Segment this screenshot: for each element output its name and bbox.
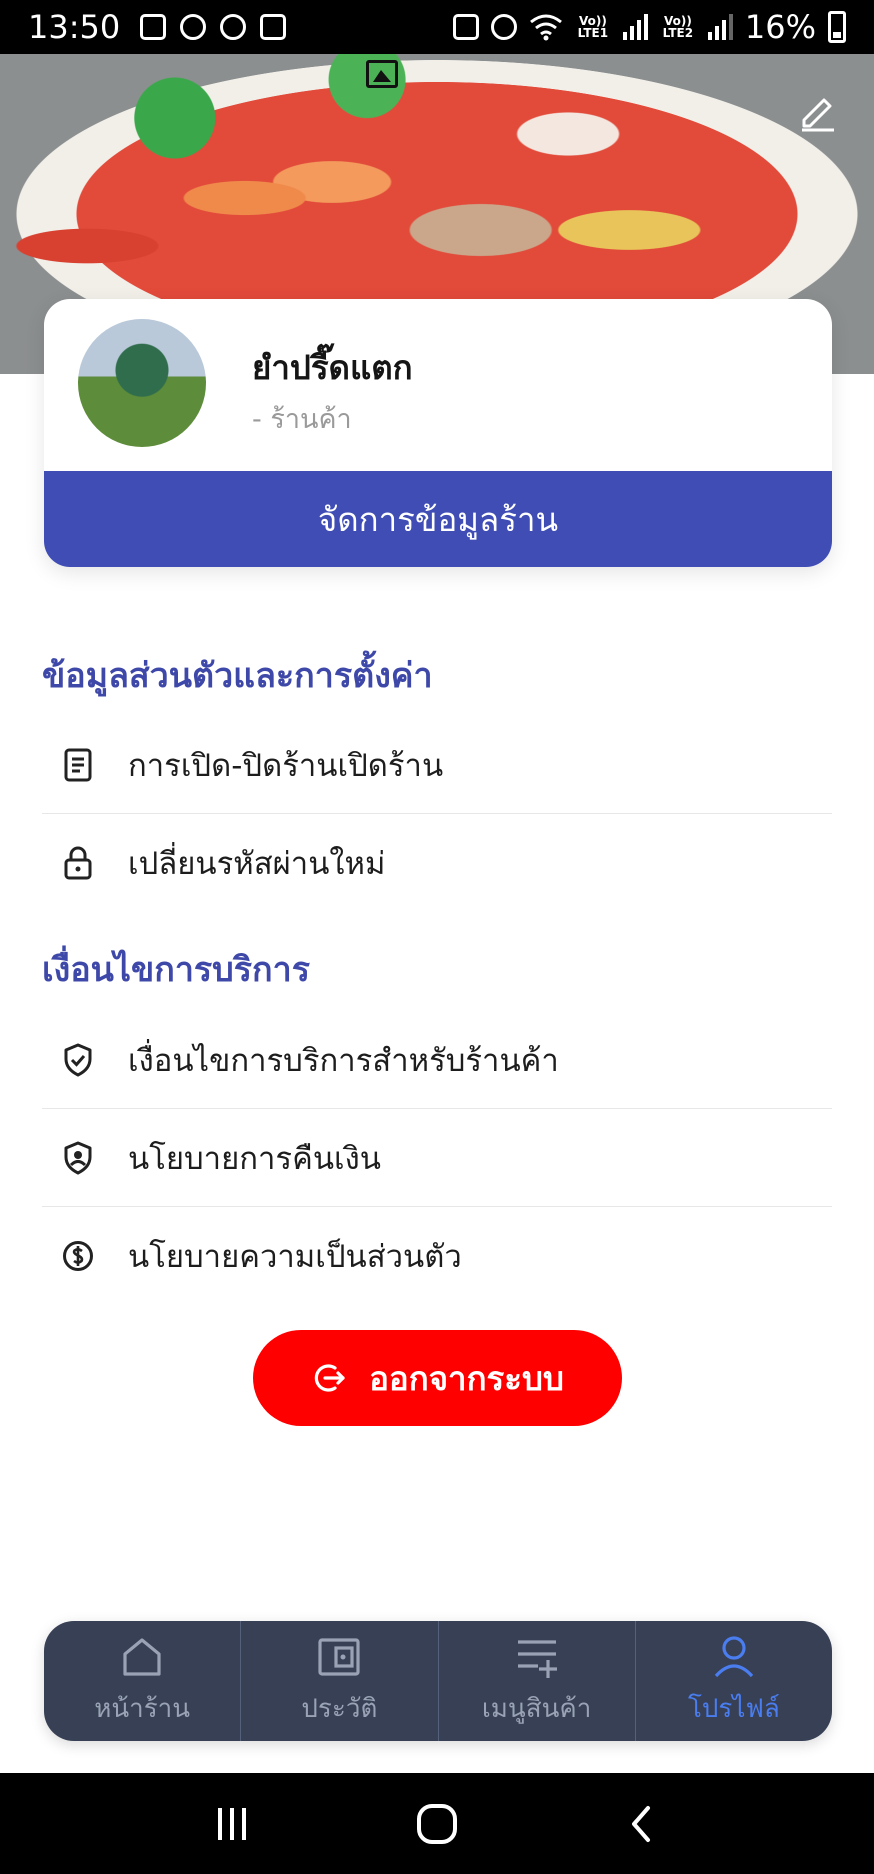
section-title-terms: เงื่อนไขการบริการ: [42, 950, 310, 990]
alarm-icon: [490, 14, 517, 40]
menu-item-privacy-policy[interactable]: นโยบายความเป็นส่วนตัว: [42, 1207, 832, 1305]
nav-item-label: โปรไฟล์: [687, 1693, 780, 1724]
logout-icon: [314, 1364, 345, 1392]
signal-2-icon: [707, 14, 733, 40]
dollar-circle-icon: [58, 1236, 98, 1276]
recent-apps-icon[interactable]: [202, 1794, 262, 1854]
menu-item-label: เปลี่ยนรหัสผ่านใหม่: [128, 846, 386, 882]
user-icon: [714, 1635, 754, 1677]
shop-avatar[interactable]: [78, 319, 206, 447]
shield-check-icon: [58, 1040, 98, 1080]
manage-shop-button[interactable]: จัดการข้อมูลร้าน: [44, 471, 832, 567]
wifi-icon: [529, 14, 562, 41]
shop-profile-card: ยำปรี๊ดแตก - ร้านค้า จัดการข้อมูลร้าน: [44, 299, 832, 567]
nav-item-history[interactable]: ประวัติ: [241, 1621, 439, 1741]
section-title-personal: ข้อมูลส่วนตัวและการตั้งค่า: [42, 656, 433, 696]
menu-item-shop-hours[interactable]: การเปิด-ปิดร้านเปิดร้าน: [42, 716, 832, 814]
shopping-bag-icon: [140, 14, 167, 40]
bottom-navigation: หน้าร้าน ประวัติ เมนูสินค้า โปรไฟล์: [44, 1621, 832, 1741]
document-icon: [58, 745, 98, 785]
shop-type: - ร้านค้า: [252, 404, 352, 435]
nav-item-label: เมนูสินค้า: [481, 1693, 592, 1724]
back-icon[interactable]: [612, 1794, 672, 1854]
shop-name: ยำปรี๊ดแตก: [252, 348, 413, 387]
nav-item-label: ประวัติ: [301, 1693, 378, 1724]
menu-item-refund-policy[interactable]: นโยบายการคืนเงิน: [42, 1109, 832, 1207]
app-notification-icon: [452, 14, 479, 40]
home-button-icon[interactable]: [407, 1794, 467, 1854]
nav-item-store[interactable]: หน้าร้าน: [44, 1621, 242, 1741]
sim1-network-label: Vo)) LTE1: [577, 14, 609, 40]
menu-item-change-password[interactable]: เปลี่ยนรหัสผ่านใหม่: [42, 814, 832, 912]
notification-app-icon: [180, 14, 207, 40]
lock-icon: [58, 843, 98, 883]
menu-item-label: การเปิด-ปิดร้านเปิดร้าน: [128, 747, 444, 784]
battery-icon: [828, 11, 846, 43]
system-navigation-bar: [0, 1773, 874, 1874]
nav-item-menu[interactable]: เมนูสินค้า: [439, 1621, 636, 1741]
nav-item-profile[interactable]: โปรไฟล์: [636, 1621, 832, 1741]
playlist-add-icon: [517, 1639, 557, 1678]
menu-item-label: นโยบายความเป็นส่วนตัว: [128, 1239, 462, 1275]
edit-icon[interactable]: [796, 90, 840, 134]
battery-percentage: 16%: [744, 8, 816, 46]
home-icon: [123, 1637, 161, 1676]
menu-item-label: นโยบายการคืนเงิน: [128, 1140, 381, 1177]
signal-1-icon: [622, 14, 648, 40]
change-cover-image-icon[interactable]: [366, 60, 398, 88]
logout-button[interactable]: ออกจากระบบ: [253, 1330, 622, 1426]
sim2-network-label: Vo)) LTE2: [662, 14, 694, 40]
menu-item-shop-terms[interactable]: เงื่อนไขการบริการสำหรับร้านค้า: [42, 1011, 832, 1109]
nav-item-label: หน้าร้าน: [94, 1693, 191, 1724]
gallery-icon: [260, 14, 287, 40]
wallet-icon: [318, 1637, 360, 1676]
menu-item-label: เงื่อนไขการบริการสำหรับร้านค้า: [128, 1042, 559, 1079]
status-bar: 13:50 Vo)) LTE1 Vo)) LTE2 16%: [0, 0, 874, 54]
logout-label: ออกจากระบบ: [369, 1359, 564, 1397]
shield-user-icon: [58, 1138, 98, 1178]
heart-rate-icon: [220, 14, 247, 40]
status-time: 13:50: [28, 8, 121, 46]
